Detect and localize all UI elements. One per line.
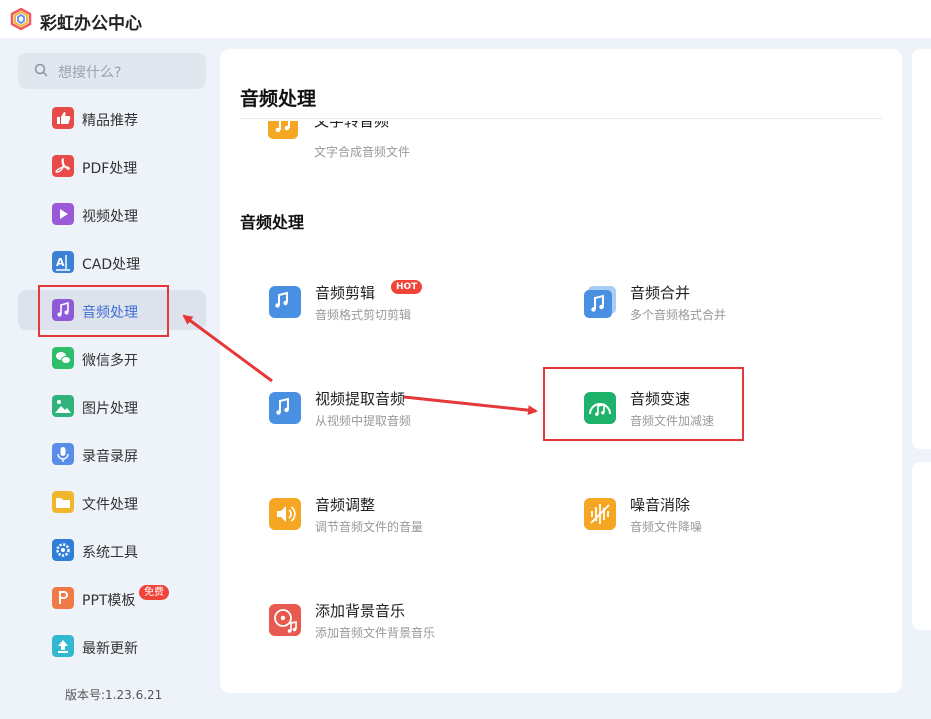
audio-merge-icon xyxy=(584,286,616,318)
tool-desc: 文字合成音频文件 xyxy=(314,145,411,159)
tool-noise-reduce[interactable]: 噪音消除 音频文件降噪 xyxy=(584,494,834,540)
thumbs-up-icon xyxy=(52,107,74,129)
app-title: 彩虹办公中心 xyxy=(40,14,142,34)
title-bar: 彩虹办公中心 xyxy=(0,0,931,38)
title-divider xyxy=(240,118,882,119)
sidebar-item-latest[interactable]: 最新更新 xyxy=(18,626,206,666)
tool-name: 添加背景音乐 xyxy=(315,602,406,620)
sidebar-item-label: 系统工具 xyxy=(82,545,138,561)
wechat-icon xyxy=(52,347,74,369)
hot-badge: HOT xyxy=(391,280,423,294)
speaker-icon xyxy=(269,498,301,530)
text-to-audio-icon xyxy=(268,121,298,139)
tool-audio-cut[interactable]: 音频剪辑 HOT 音频格式剪切剪辑 xyxy=(269,280,519,328)
sidebar-item-label: 最新更新 xyxy=(82,641,138,657)
noise-reduce-icon xyxy=(584,498,616,530)
upload-icon xyxy=(52,635,74,657)
sidebar-item-label: 精品推荐 xyxy=(82,113,138,129)
tool-name: 噪音消除 xyxy=(630,496,691,514)
image-icon xyxy=(52,395,74,417)
highlight-box-audio-nav xyxy=(38,285,169,337)
sidebar-item-featured[interactable]: 精品推荐 xyxy=(18,98,206,138)
tool-audio-adjust[interactable]: 音频调整 调节音频文件的音量 xyxy=(269,494,519,540)
tool-name: 视频提取音频 xyxy=(315,390,406,408)
tool-audio-merge[interactable]: 音频合并 多个音频格式合并 xyxy=(584,282,834,328)
page-title: 音频处理 xyxy=(240,88,317,110)
tool-name: 音频剪辑 xyxy=(315,284,376,302)
free-badge: 免费 xyxy=(139,585,169,600)
tool-desc: 音频格式剪切剪辑 xyxy=(315,308,412,322)
cad-icon: A xyxy=(52,251,74,273)
tool-desc: 调节音频文件的音量 xyxy=(315,520,424,534)
sidebar-item-wechat[interactable]: 微信多开 xyxy=(18,338,206,378)
video-play-icon xyxy=(52,203,74,225)
ppt-icon xyxy=(52,587,74,609)
sidebar-item-pdf[interactable]: PDF处理 xyxy=(18,146,206,186)
audio-cut-icon xyxy=(269,286,301,318)
version-label: 版本号:1.23.6.21 xyxy=(65,688,163,702)
sidebar-item-ppt[interactable]: PPT模板 免费 xyxy=(18,578,206,618)
sidebar-item-label: 微信多开 xyxy=(82,353,138,369)
microphone-icon xyxy=(52,443,74,465)
tool-desc: 多个音频格式合并 xyxy=(630,308,727,322)
sidebar-item-label: 录音录屏 xyxy=(82,449,138,465)
sidebar-item-cad[interactable]: A CAD处理 xyxy=(18,242,206,282)
sidebar-item-record[interactable]: 录音录屏 xyxy=(18,434,206,474)
svg-text:A: A xyxy=(56,256,65,269)
sidebar-item-label: 视频处理 xyxy=(82,209,138,225)
sidebar-item-label: PPT模板 xyxy=(82,593,136,609)
pdf-icon xyxy=(52,155,74,177)
highlight-box-audio-speed xyxy=(543,367,744,441)
sidebar-item-label: 图片处理 xyxy=(82,401,138,417)
sidebar-item-label: PDF处理 xyxy=(82,161,138,177)
tool-name: 音频合并 xyxy=(630,284,691,302)
sidebar-item-system-tools[interactable]: 系统工具 xyxy=(18,530,206,570)
folder-icon xyxy=(52,491,74,513)
sidebar-item-file[interactable]: 文件处理 xyxy=(18,482,206,522)
tool-desc: 从视频中提取音频 xyxy=(315,414,412,428)
tool-extract-audio[interactable]: 视频提取音频 从视频中提取音频 xyxy=(269,388,519,434)
right-panel-top xyxy=(912,49,931,449)
tool-desc: 添加音频文件背景音乐 xyxy=(315,626,436,640)
sidebar-item-label: 文件处理 xyxy=(82,497,138,513)
rainbow-logo-icon xyxy=(10,8,32,30)
search-box[interactable]: 想搜什么? xyxy=(18,53,206,89)
sidebar-item-label: CAD处理 xyxy=(82,257,141,273)
search-icon xyxy=(34,63,48,77)
sidebar-item-video[interactable]: 视频处理 xyxy=(18,194,206,234)
right-panel-bottom xyxy=(912,462,931,630)
audio-extract-icon xyxy=(269,392,301,424)
section-title: 音频处理 xyxy=(240,213,305,232)
tool-desc: 音频文件降噪 xyxy=(630,520,703,534)
tool-name: 音频调整 xyxy=(315,496,376,514)
sidebar-item-image[interactable]: 图片处理 xyxy=(18,386,206,426)
bg-music-icon xyxy=(269,604,301,636)
tool-bg-music[interactable]: 添加背景音乐 添加音频文件背景音乐 xyxy=(269,600,519,646)
tool-text-to-audio[interactable]: 文字转音频 文字合成音频文件 xyxy=(268,121,568,165)
search-input[interactable]: 想搜什么? xyxy=(58,62,121,82)
gear-icon xyxy=(52,539,74,561)
tool-name: 文字转音频 xyxy=(314,121,390,130)
